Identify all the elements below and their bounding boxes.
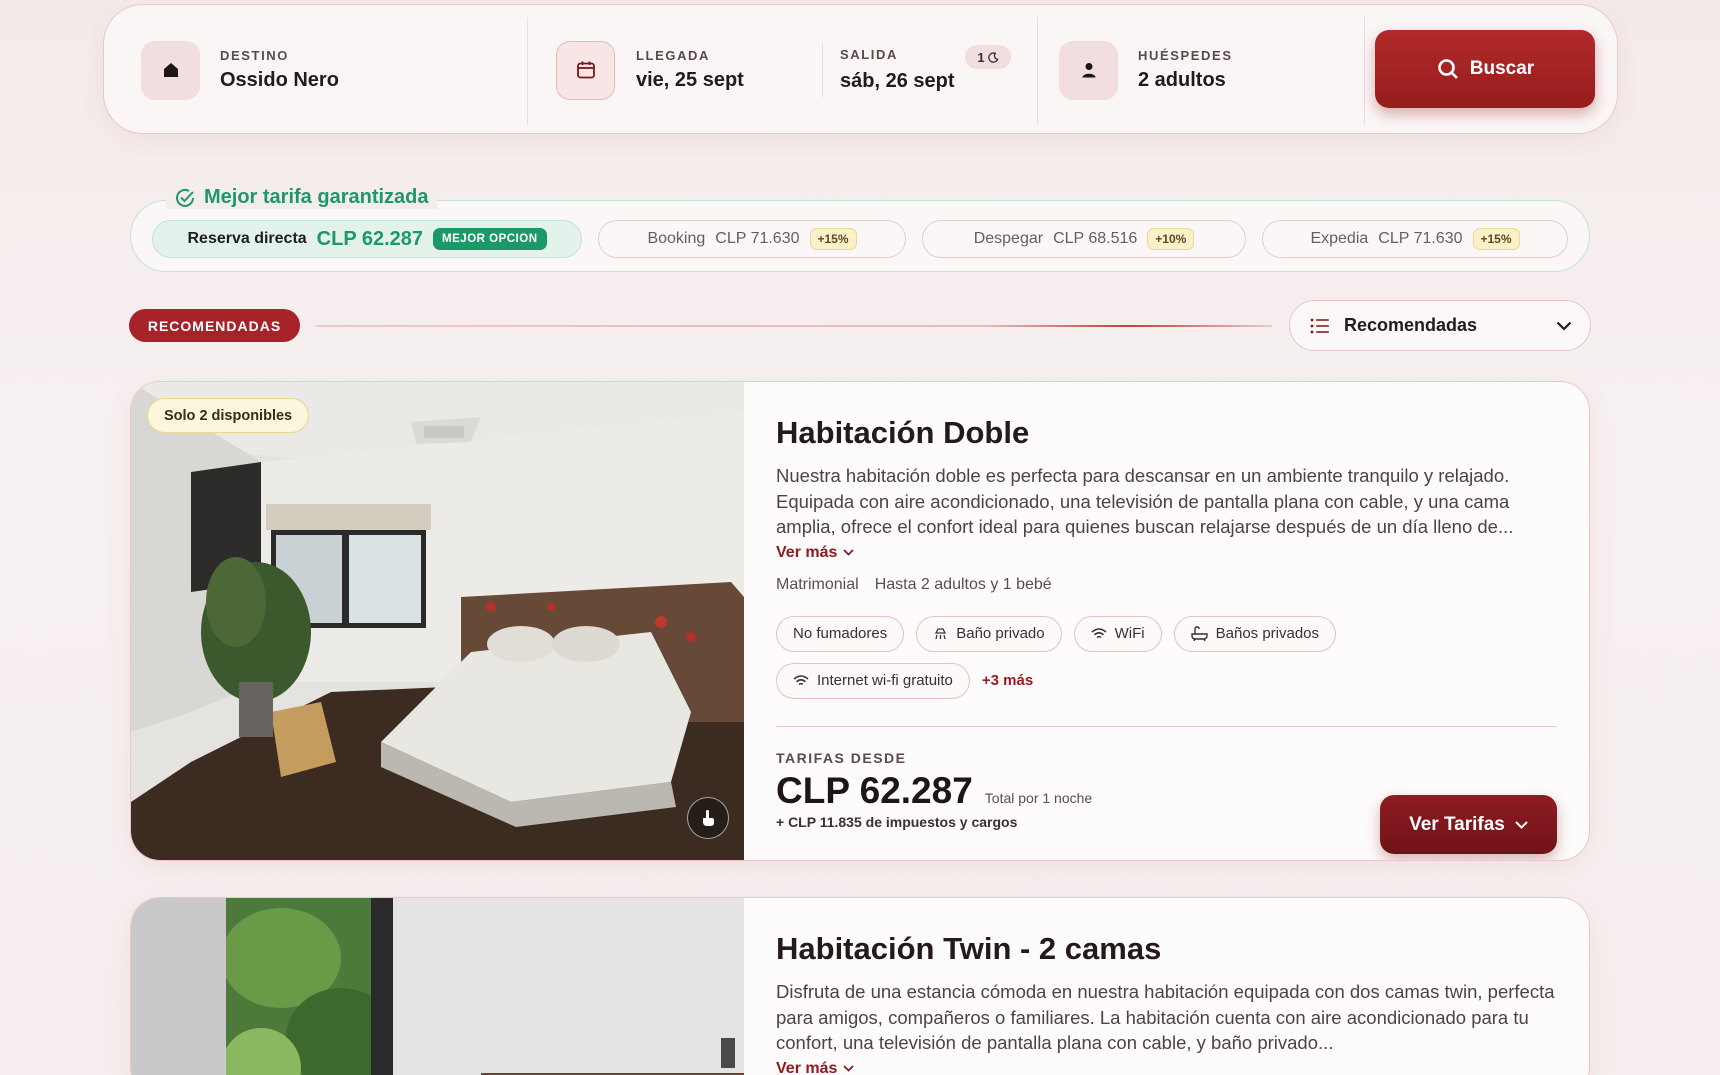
card-divider (776, 725, 1557, 727)
rate-diff-badge: +15% (809, 228, 857, 250)
amenity-label: WiFi (1114, 625, 1145, 642)
rates-label: TARIFAS DESDE (776, 750, 907, 766)
ver-mas-link[interactable]: Ver más (776, 544, 1557, 562)
room-description: Disfruta de una estancia cómoda en nuest… (776, 981, 1555, 1053)
check-circle-icon (176, 188, 194, 207)
amenity-label: Baños privados (1215, 625, 1320, 642)
moon-icon (987, 51, 999, 63)
divider (822, 43, 823, 97)
divider (1364, 17, 1365, 125)
departure-field[interactable]: SALIDA sáb, 26 sept (840, 5, 955, 135)
chevron-down-icon (1556, 321, 1572, 331)
guests-field[interactable]: HUÉSPEDES 2 adultos (1059, 5, 1233, 135)
rate-competitor-name: Expedia (1310, 230, 1369, 247)
destination-field[interactable]: DESTINO Ossido Nero (141, 5, 339, 135)
ver-mas-label: Ver más (776, 543, 838, 561)
destination-label: DESTINO (220, 48, 289, 63)
arrival-label: LLEGADA (636, 48, 711, 63)
room-card: Solo 2 disponibles Habitación Doble Nues… (130, 381, 1590, 861)
guests-value: 2 adultos (1138, 69, 1226, 91)
section-divider (316, 325, 1272, 327)
list-icon (1310, 318, 1329, 333)
best-option-badge: MEJOR OPCION (433, 228, 547, 250)
guests-label: HUÉSPEDES (1138, 48, 1233, 63)
chevron-down-icon (843, 1065, 855, 1072)
amenities-list: No fumadores Baño privado WiFi Baños pri… (776, 615, 1416, 699)
room-photo[interactable] (131, 898, 744, 1075)
rate-direct[interactable]: Reserva directa CLP 62.287 MEJOR OPCION (152, 220, 582, 258)
rate-direct-price: CLP 62.287 (316, 227, 424, 250)
room-card: Habitación Twin - 2 camas Disfruta de un… (130, 897, 1590, 1075)
rate-competitor-price: CLP 71.630 (1378, 230, 1463, 247)
sort-select[interactable]: Recomendadas (1289, 300, 1591, 351)
ver-tarifas-button[interactable]: Ver Tarifas (1380, 795, 1557, 854)
rate-despegar[interactable]: Despegar CLP 68.516 +10% (922, 220, 1246, 258)
search-icon (1437, 59, 1458, 79)
rate-expedia[interactable]: Expedia CLP 71.630 +15% (1262, 220, 1568, 258)
amenity-chip: Baños privados (1173, 615, 1337, 652)
rate-direct-label: Reserva directa (187, 230, 307, 247)
room-info: Habitación Twin - 2 camas Disfruta de un… (776, 898, 1557, 1075)
destination-value: Ossido Nero (220, 69, 339, 91)
photo-gallery-button[interactable] (687, 797, 729, 839)
rate-booking[interactable]: Booking CLP 71.630 +15% (598, 220, 906, 258)
chevron-down-icon (843, 549, 855, 556)
best-rate-title: Mejor tarifa garantizada (166, 186, 437, 209)
best-rate-title-text: Mejor tarifa garantizada (204, 186, 429, 208)
chevron-down-icon (1515, 820, 1528, 829)
calendar-icon (556, 40, 615, 100)
amenity-chip: WiFi (1073, 615, 1162, 652)
rate-diff-badge: +10% (1147, 228, 1195, 250)
bedroom-photo (131, 382, 744, 860)
amenity-chip: Baño privado (916, 615, 1062, 652)
shower-icon (935, 628, 947, 640)
more-amenities-link[interactable]: +3 más (982, 663, 1033, 699)
amenity-label: Baño privado (956, 625, 1045, 642)
arrival-value: vie, 25 sept (636, 69, 744, 91)
arrival-field[interactable]: LLEGADA vie, 25 sept (556, 5, 744, 135)
departure-label: SALIDA (840, 47, 898, 62)
room-description: Nuestra habitación doble es perfecta par… (776, 465, 1514, 537)
rate-competitor-name: Despegar (973, 230, 1044, 247)
departure-value: sáb, 26 sept (840, 70, 955, 92)
amenity-chip: Internet wi-fi gratuito (776, 662, 970, 699)
ver-tarifas-label: Ver Tarifas (1409, 813, 1505, 835)
room-title: Habitación Twin - 2 camas (776, 931, 1162, 966)
bed-type: Matrimonial (776, 575, 859, 593)
price-note: Total por 1 noche (984, 790, 1093, 806)
room-price: CLP 62.287 (776, 770, 973, 811)
room-photo[interactable]: Solo 2 disponibles (131, 382, 744, 860)
ver-mas-label: Ver más (776, 1059, 838, 1075)
person-icon (1059, 40, 1118, 100)
amenity-label: No fumadores (793, 625, 888, 642)
rate-competitor-price: CLP 71.630 (715, 230, 800, 247)
room-title: Habitación Doble (776, 415, 1030, 450)
rate-competitor-name: Booking (647, 230, 706, 247)
nights-count: 1 (977, 49, 985, 65)
room-info: Habitación Doble Nuestra habitación dobl… (776, 382, 1557, 854)
room-meta: Matrimonial Hasta 2 adultos y 1 bebé (776, 576, 1557, 594)
bedroom-photo (131, 898, 744, 1075)
search-button[interactable]: Buscar (1375, 30, 1595, 108)
nights-badge: 1 (965, 45, 1011, 69)
rate-diff-badge: +15% (1472, 228, 1520, 250)
hand-pointer-icon (703, 810, 714, 826)
search-bar: DESTINO Ossido Nero LLEGADA vie, 25 sept… (103, 4, 1618, 134)
bathtub-icon (1190, 626, 1208, 641)
search-button-label: Buscar (1469, 58, 1535, 79)
recommended-badge: RECOMENDADAS (129, 309, 300, 342)
amenity-label: Internet wi-fi gratuito (817, 672, 953, 689)
divider (527, 17, 528, 125)
wifi-icon (1091, 627, 1107, 638)
capacity: Hasta 2 adultos y 1 bebé (874, 575, 1052, 593)
wifi-icon (793, 674, 809, 685)
sort-select-value: Recomendadas (1344, 315, 1478, 335)
rate-competitor-price: CLP 68.516 (1053, 230, 1138, 247)
availability-badge: Solo 2 disponibles (147, 398, 310, 433)
ver-mas-link[interactable]: Ver más (776, 1060, 1557, 1075)
amenity-chip: No fumadores (776, 615, 905, 652)
home-icon (141, 40, 200, 100)
divider (1037, 17, 1038, 125)
